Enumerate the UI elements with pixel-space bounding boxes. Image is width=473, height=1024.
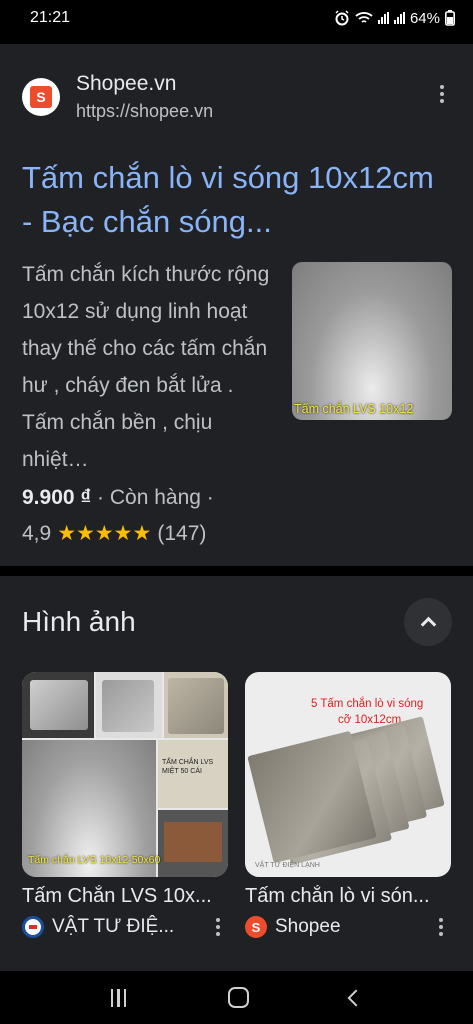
search-result-card: S Shopee.vn https://shopee.vn Tấm chắn l… — [0, 44, 473, 566]
source-url: https://shopee.vn — [76, 101, 214, 121]
image-result-1[interactable]: Tấm chắn LVS 10x12-50x60 TẤM CHẮN LVS MI… — [22, 672, 228, 938]
rating-value: 4,9 — [22, 521, 52, 545]
stock-status: Còn hàng — [109, 486, 201, 509]
source-name: Shopee.vn — [76, 72, 177, 95]
more-options-icon[interactable] — [430, 82, 454, 106]
image-result-2[interactable]: 5 Tấm chắn lò vi sóng cỡ 10x12cm VẬT TƯ … — [245, 672, 451, 938]
overlay-line-1: 5 Tấm chắn lò vi sóng — [311, 698, 424, 710]
star-rating-icon: ★★★★★ — [57, 522, 152, 545]
shopee-logo-icon: S — [245, 916, 267, 938]
signal-icon — [377, 12, 389, 24]
image-caption-1[interactable]: Tấm Chắn LVS 10x... — [22, 885, 228, 908]
vat-tu-dien-logo-icon — [22, 916, 44, 938]
image-caption-2[interactable]: Tấm chắn lò vi són... — [245, 885, 451, 908]
alarm-icon — [334, 10, 350, 26]
signal-icon-2 — [393, 12, 405, 24]
more-options-icon[interactable] — [216, 918, 220, 936]
shopee-bag-icon: S — [30, 86, 52, 108]
image-thumbnail-2[interactable]: 5 Tấm chắn lò vi sóng cỡ 10x12cm VẬT TƯ … — [245, 672, 451, 877]
image-source-name-1: VẬT TƯ ĐIỆ... — [52, 916, 175, 937]
status-time: 21:21 — [30, 9, 71, 26]
status-icons: 64% — [334, 10, 455, 27]
image-source-1[interactable]: VẬT TƯ ĐIỆ... — [22, 916, 228, 938]
recents-icon[interactable] — [110, 988, 127, 1007]
result-title-link[interactable]: Tấm chắn lò vi sóng 10x12cm - Bạc chắn s… — [22, 156, 452, 244]
battery-percent: 64% — [409, 9, 440, 27]
collage-overlay-text: Tấm chắn LVS 10x12-50x60 — [28, 854, 161, 866]
separator: · — [206, 486, 214, 509]
image-source-name-2: Shopee — [275, 916, 341, 937]
chevron-up-icon — [420, 616, 436, 633]
result-thumbnail[interactable]: Tấm chắn LVS 10x12 — [292, 262, 452, 420]
wifi-icon — [355, 11, 373, 25]
price-row: 9.900 ₫ · Còn hàng · — [22, 486, 214, 510]
separator: · — [97, 486, 105, 509]
result-source[interactable]: S Shopee.vn https://shopee.vn — [22, 72, 452, 122]
thumbnail-caption: Tấm chắn LVS 10x12 — [294, 402, 414, 416]
review-count: (147) — [157, 521, 207, 545]
collapse-button[interactable] — [404, 598, 452, 646]
price: 9.900 ₫ — [22, 486, 92, 509]
result-description: Tấm chắn kích thước rộng 10x12 sử dụng l… — [22, 263, 270, 471]
images-section: Hình ảnh Tấm chắn LVS 10x12-50x60 TẤM CH… — [0, 576, 473, 971]
rating-row: 4,9 ★★★★★ (147) — [22, 521, 206, 546]
image-thumbnail-1[interactable]: Tấm chắn LVS 10x12-50x60 TẤM CHẮN LVS MI… — [22, 672, 228, 877]
more-options-icon[interactable] — [439, 918, 443, 936]
battery-icon — [445, 10, 455, 26]
status-bar: 21:21 64% — [0, 0, 473, 36]
watermark-text: VẬT TƯ ĐIỆN LẠNH — [255, 862, 320, 869]
images-section-title: Hình ảnh — [22, 606, 136, 637]
image-source-2[interactable]: S Shopee — [245, 916, 451, 938]
shopee-favicon: S — [22, 78, 60, 116]
collage-label-text: TẤM CHẮN LVS MIỆT 50 CÁI — [162, 759, 214, 775]
back-icon[interactable] — [347, 989, 365, 1006]
system-nav-bar — [0, 971, 473, 1024]
home-icon[interactable] — [227, 987, 249, 1008]
